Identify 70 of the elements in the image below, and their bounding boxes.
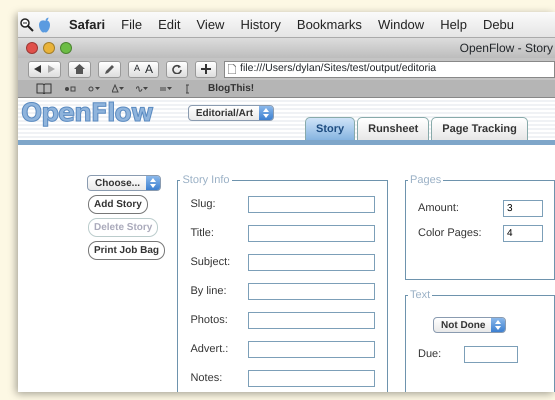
tab[interactable]: Page Tracking <box>431 116 528 140</box>
circle-menu-icon[interactable] <box>88 84 100 94</box>
house-icon <box>74 64 85 74</box>
story-dropdown[interactable]: Choose... <box>87 175 162 191</box>
input-field[interactable] <box>248 225 375 242</box>
menu-item[interactable]: Bookmarks <box>288 14 370 34</box>
action-button[interactable]: Print Job Bag <box>88 241 166 260</box>
field-label: Title: <box>190 226 215 242</box>
text-size-button[interactable]: A A <box>128 60 160 78</box>
menu-item[interactable]: Safari <box>61 14 114 34</box>
zoom-out-icon[interactable] <box>20 18 34 32</box>
input-field[interactable]: 3 <box>503 200 543 217</box>
reload-button[interactable] <box>166 60 188 78</box>
input-field[interactable]: 4 <box>503 225 543 242</box>
close-button[interactable] <box>26 42 38 54</box>
menu-item[interactable]: File <box>113 14 150 34</box>
up-down-arrows-icon <box>263 108 270 118</box>
field-label: Color Pages: <box>418 226 483 242</box>
minimize-button[interactable] <box>43 42 55 54</box>
bullets-icon[interactable] <box>64 84 76 94</box>
tab[interactable]: Runsheet <box>357 116 430 140</box>
forward-icon <box>47 65 55 73</box>
menu-item[interactable]: History <box>232 14 289 34</box>
action-button: Delete Story <box>88 218 158 237</box>
group-label: Pages <box>409 175 442 186</box>
back-icon <box>34 65 42 73</box>
input-field[interactable] <box>248 196 375 213</box>
home-button[interactable] <box>68 60 91 78</box>
input-field[interactable] <box>248 254 375 271</box>
menu-item[interactable]: Help <box>432 14 475 34</box>
window-title: OpenFlow - Story <box>460 40 553 57</box>
input-field[interactable] <box>248 312 375 329</box>
zoom-button[interactable] <box>60 42 72 54</box>
field-label: Advert.: <box>190 342 230 358</box>
add-bookmark-button[interactable] <box>195 60 218 78</box>
field-label: Photos: <box>190 313 229 328</box>
input-field[interactable] <box>248 283 375 300</box>
field-label: Subject: <box>190 255 232 270</box>
status-dropdown[interactable]: Not Done <box>433 317 506 333</box>
input-field[interactable] <box>464 346 518 362</box>
plus-icon <box>201 64 212 74</box>
input-field[interactable] <box>248 341 375 358</box>
menu-item[interactable]: View <box>188 14 232 34</box>
back-forward-button[interactable] <box>28 60 61 78</box>
field-label: Notes: <box>190 371 224 386</box>
document-icon <box>228 64 236 74</box>
edit-button[interactable] <box>98 60 121 78</box>
logo: OpenFlow <box>21 100 153 125</box>
field-label: By line: <box>190 284 228 300</box>
tab[interactable]: Story <box>305 116 356 140</box>
field-label: Due: <box>418 346 442 362</box>
up-down-arrows-icon <box>150 178 156 188</box>
pencil-icon <box>104 64 115 74</box>
reload-icon <box>172 64 182 74</box>
input-field[interactable] <box>248 370 375 387</box>
menu-item[interactable]: Window <box>370 14 432 34</box>
field-label: Slug: <box>190 197 217 212</box>
triangle-menu-icon[interactable] <box>112 84 124 94</box>
action-button[interactable]: Add Story <box>88 195 148 214</box>
menu-item[interactable]: Debu <box>474 14 522 34</box>
group-label: Text <box>409 290 432 301</box>
book-icon[interactable] <box>36 83 52 94</box>
up-down-arrows-icon <box>495 320 502 330</box>
menu-item[interactable]: Edit <box>150 14 188 34</box>
bookmark-link[interactable]: BlogThis! <box>208 81 254 96</box>
wave-menu-icon[interactable] <box>136 84 148 94</box>
address-field[interactable]: file:///Users/dylan/Sites/test/output/editoria <box>224 60 555 78</box>
section-dropdown[interactable]: Editorial/Art <box>188 105 274 121</box>
group-label: Story Info <box>181 175 231 186</box>
field-label: Amount: <box>418 201 460 216</box>
